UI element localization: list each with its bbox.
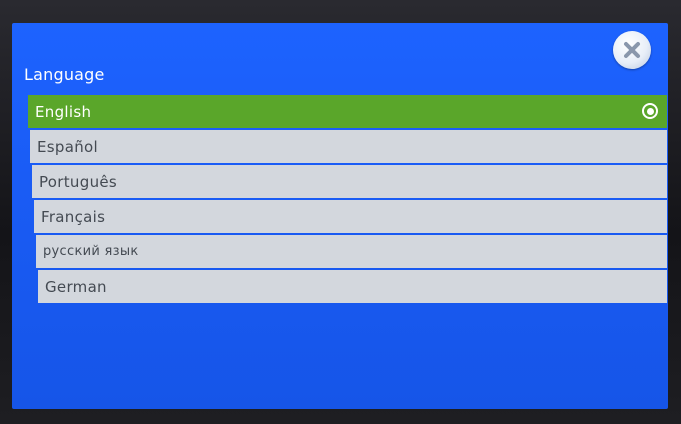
language-list: English Español Português Français русск… (24, 95, 667, 305)
close-icon (624, 42, 640, 58)
language-label: German (45, 277, 107, 296)
language-label: Español (37, 137, 98, 156)
language-option-espanol[interactable]: Español (30, 130, 667, 163)
language-option-english[interactable]: English (28, 95, 667, 128)
dialog-title: Language (24, 65, 105, 84)
language-label: русский язык (43, 244, 139, 259)
radio-selected-icon (642, 103, 658, 119)
language-option-russian[interactable]: русский язык (36, 235, 667, 268)
device-bezel: Language English Español Português Franç… (0, 0, 681, 424)
language-label: English (35, 102, 92, 121)
close-button[interactable] (613, 31, 651, 69)
language-option-portugues[interactable]: Português (32, 165, 667, 198)
language-label: Português (39, 172, 118, 191)
language-option-german[interactable]: German (38, 270, 667, 303)
language-label: Français (41, 207, 106, 226)
language-option-francais[interactable]: Français (34, 200, 667, 233)
language-dialog: Language English Español Português Franç… (12, 23, 668, 409)
